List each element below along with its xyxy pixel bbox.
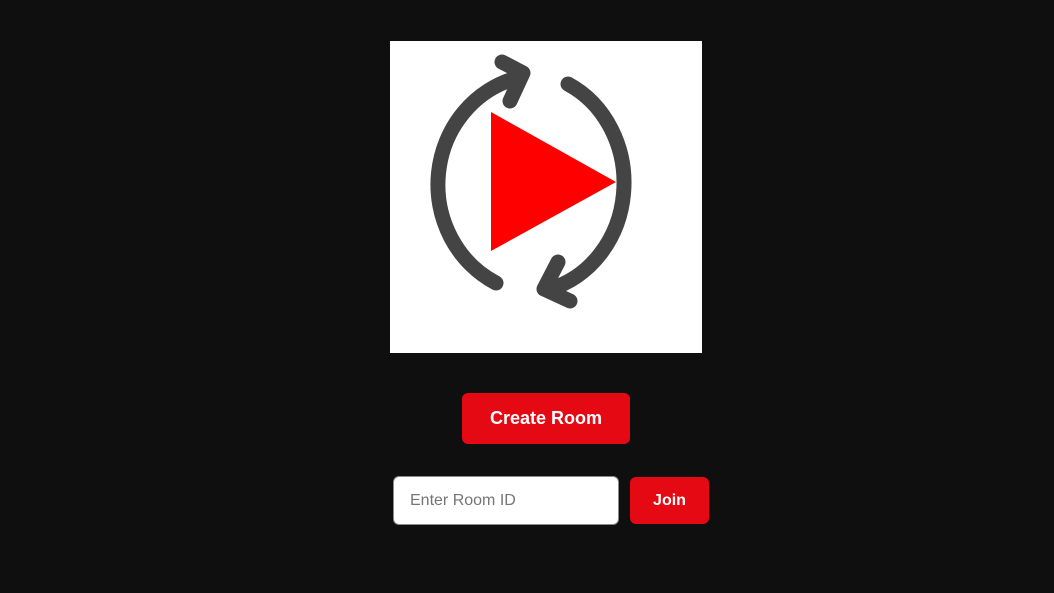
room-id-input[interactable] bbox=[393, 476, 619, 525]
sync-play-icon bbox=[430, 54, 632, 309]
join-button[interactable]: Join bbox=[630, 477, 709, 524]
create-room-button[interactable]: Create Room bbox=[462, 393, 630, 444]
app-logo bbox=[390, 41, 702, 353]
play-triangle bbox=[491, 112, 616, 251]
